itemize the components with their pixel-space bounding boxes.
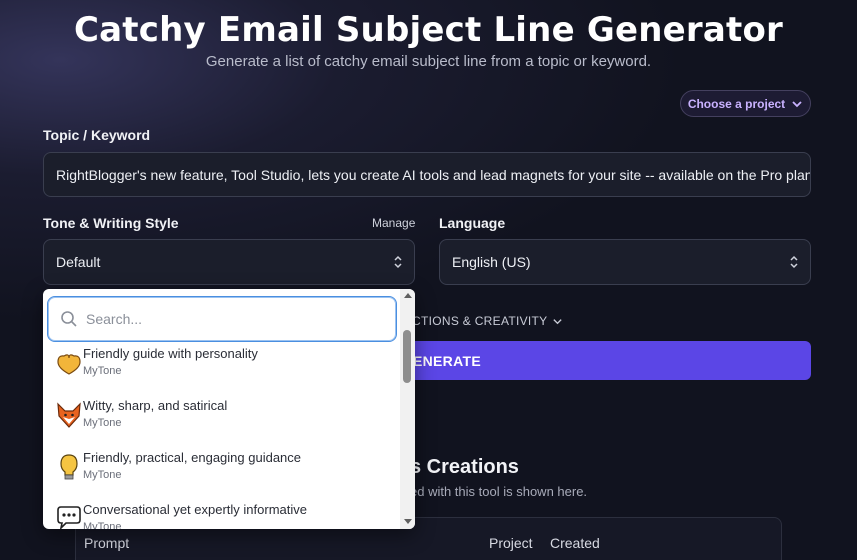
tone-option-source: MyTone — [83, 417, 122, 429]
tone-dropdown-menu: Friendly guide with personality MyTone W… — [43, 289, 415, 529]
chevron-down-icon — [552, 318, 562, 324]
scroll-down-arrow-icon[interactable] — [404, 519, 412, 524]
tone-option-source: MyTone — [83, 365, 122, 377]
column-header-prompt[interactable]: Prompt — [84, 535, 129, 551]
lightbulb-icon — [60, 454, 78, 480]
page-title: Catchy Email Subject Line Generator — [74, 10, 783, 50]
tone-option[interactable]: Friendly, practical, engaging guidance M… — [55, 450, 395, 498]
dropdown-scrollbar[interactable] — [400, 289, 415, 529]
tone-option[interactable]: Witty, sharp, and satirical MyTone — [55, 398, 395, 446]
manage-tones-link[interactable]: Manage — [372, 216, 415, 230]
choose-project-button[interactable]: Choose a project — [680, 90, 811, 117]
page-subtitle: Generate a list of catchy email subject … — [205, 53, 652, 70]
tone-option[interactable]: Friendly guide with personality MyTone — [55, 346, 395, 394]
topic-value: RightBlogger's new feature, Tool Studio,… — [56, 166, 811, 183]
instructions-creativity-toggle[interactable]: CTIONS & CREATIVITY — [412, 314, 563, 328]
tone-option[interactable]: Conversational yet expertly informative … — [55, 502, 395, 529]
tone-search-input[interactable] — [86, 311, 366, 327]
tone-option-source: MyTone — [83, 469, 122, 481]
language-label: Language — [439, 215, 506, 231]
column-header-project[interactable]: Project — [489, 535, 533, 551]
generate-label: ENERATE — [413, 352, 481, 369]
instructions-label: CTIONS & CREATIVITY — [412, 314, 548, 328]
topic-label: Topic / Keyword — [43, 127, 151, 143]
creations-subtitle: ed with this tool is shown here. — [410, 484, 588, 499]
speech-bubble-icon — [57, 506, 81, 529]
language-value: English (US) — [452, 254, 531, 270]
creations-title: s Creations — [410, 456, 519, 478]
chevron-down-icon — [792, 100, 802, 107]
tone-option-name: Witty, sharp, and satirical — [83, 398, 228, 413]
tone-search-box[interactable] — [47, 296, 397, 342]
generate-button[interactable]: ENERATE — [403, 341, 811, 380]
column-header-created[interactable]: Created — [550, 535, 600, 551]
choose-project-label: Choose a project — [687, 96, 786, 111]
tone-value: Default — [56, 254, 101, 270]
search-icon — [61, 311, 77, 327]
tone-option-name: Conversational yet expertly informative — [83, 502, 307, 517]
tone-label: Tone & Writing Style — [43, 215, 179, 231]
tone-option-name: Friendly guide with personality — [83, 346, 258, 361]
topic-input[interactable]: RightBlogger's new feature, Tool Studio,… — [43, 152, 811, 197]
heart-hands-icon — [57, 354, 81, 375]
tone-option-source: MyTone — [83, 521, 122, 529]
scroll-up-arrow-icon[interactable] — [404, 293, 412, 298]
fox-icon — [57, 402, 81, 428]
tone-select[interactable]: Default — [43, 239, 415, 285]
scrollbar-thumb[interactable] — [403, 330, 411, 383]
updown-chevron-icon — [790, 255, 798, 269]
tone-option-name: Friendly, practical, engaging guidance — [83, 450, 302, 465]
updown-chevron-icon — [394, 255, 402, 269]
language-select[interactable]: English (US) — [439, 239, 811, 285]
